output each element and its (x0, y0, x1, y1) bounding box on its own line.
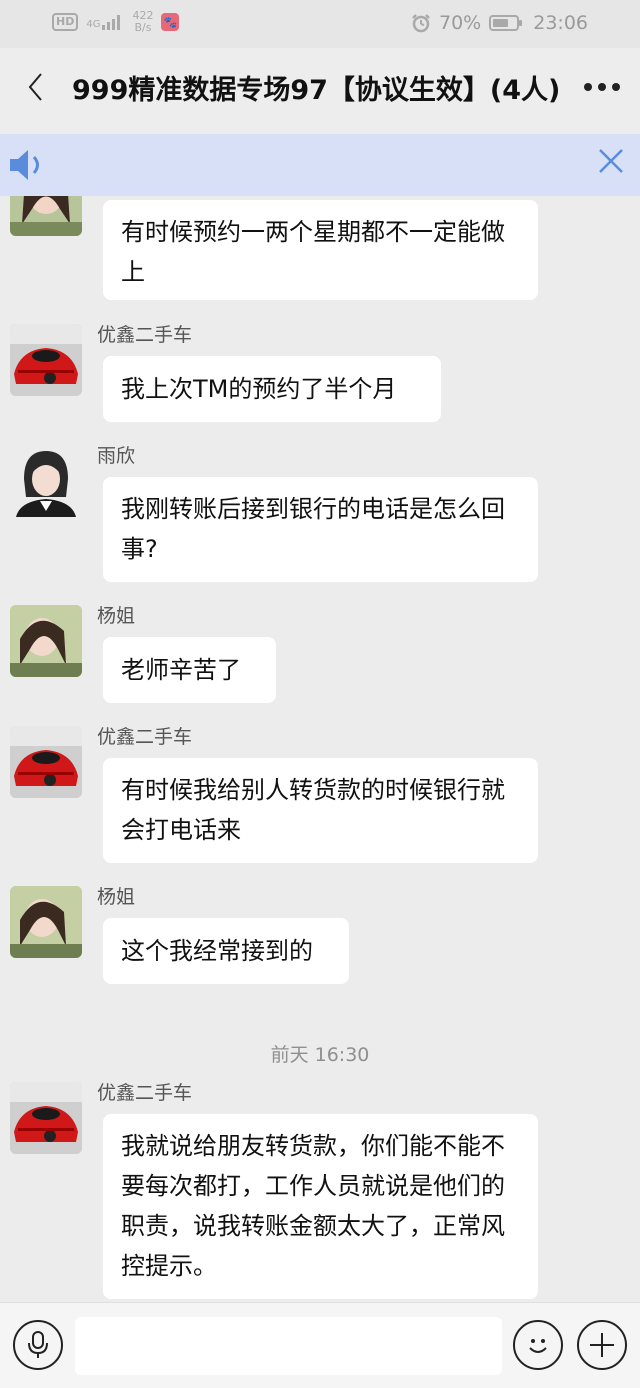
plus-button[interactable] (577, 1320, 627, 1370)
battery-fill (493, 19, 509, 27)
signal-bars-icon (102, 15, 121, 30)
paw-app-icon: 🐾 (161, 13, 180, 31)
avatar-yangjie[interactable] (10, 196, 82, 236)
message-bubble[interactable]: 我上次TM的预约了半个月 (103, 356, 441, 422)
message-bubble[interactable]: 这个我经常接到的 (103, 918, 349, 984)
microphone-icon (28, 1331, 48, 1358)
network-speed: 422 B/s (132, 10, 153, 34)
smiley-icon (529, 1339, 547, 1353)
signal-icon: 4G (86, 14, 124, 30)
network-type: 4G (86, 19, 101, 30)
announcement-bar[interactable] (0, 134, 640, 196)
message-bubble[interactable]: 有时候预约一两个星期都不一定能做上 (103, 200, 538, 300)
avatar-youxin[interactable] (10, 726, 82, 798)
avatar-yangjie[interactable] (10, 605, 82, 677)
sender-name: 雨欣 (97, 445, 136, 467)
more-dots-icon (584, 83, 620, 91)
message-bubble[interactable]: 我刚转账后接到银行的电话是怎么回事? (103, 477, 538, 582)
hd-badge: HD (52, 13, 79, 31)
chevron-left-icon (28, 73, 42, 101)
plus-icon (590, 1333, 614, 1357)
avatar-yuxin[interactable] (10, 445, 82, 517)
speaker-icon (8, 146, 48, 188)
chat-header: 999精准数据专场97【协议生效】(4人) (0, 48, 640, 134)
status-left: HD 4G 422 B/s 🐾 (52, 10, 180, 34)
message-bubble[interactable]: 有时候我给别人转货款的时候银行就会打电话来 (103, 758, 538, 863)
sender-name: 优鑫二手车 (97, 726, 193, 748)
avatar-youxin[interactable] (10, 1082, 82, 1154)
voice-button[interactable] (13, 1320, 63, 1370)
chat-message-list[interactable]: 有时候预约一两个星期都不一定能做上 优鑫二手车 我上次TM的预约了半个月 雨欣 … (0, 196, 640, 1302)
back-button[interactable] (26, 70, 46, 113)
time-divider: 前天 16:30 (270, 1044, 370, 1066)
message-bubble[interactable]: 我就说给朋友转货款，你们能不能不要每次都打，工作人员就说是他们的职责，说我转账金… (103, 1114, 538, 1299)
message-input[interactable] (75, 1317, 502, 1375)
more-button[interactable] (582, 70, 622, 115)
sender-name: 优鑫二手车 (97, 1082, 193, 1104)
status-right: 70% 23:06 (411, 12, 588, 34)
battery-icon (489, 15, 523, 31)
emoji-button[interactable] (513, 1320, 563, 1370)
avatar-yangjie[interactable] (10, 886, 82, 958)
close-icon (599, 149, 623, 173)
chat-title: 999精准数据专场97【协议生效】(4人) (72, 75, 561, 106)
sender-name: 杨姐 (97, 605, 136, 627)
sender-name: 杨姐 (97, 886, 136, 908)
clock: 23:06 (533, 12, 588, 34)
message-bubble[interactable]: 老师辛苦了 (103, 637, 276, 703)
alarm-icon (412, 14, 430, 33)
input-bar (0, 1302, 640, 1388)
speed-unit: B/s (134, 21, 152, 34)
sender-name: 优鑫二手车 (97, 324, 193, 346)
status-bar: HD 4G 422 B/s 🐾 70% 23:06 (0, 0, 640, 48)
battery-percent: 70% (439, 12, 482, 34)
avatar-youxin[interactable] (10, 324, 82, 396)
close-notice-button[interactable] (596, 146, 626, 184)
